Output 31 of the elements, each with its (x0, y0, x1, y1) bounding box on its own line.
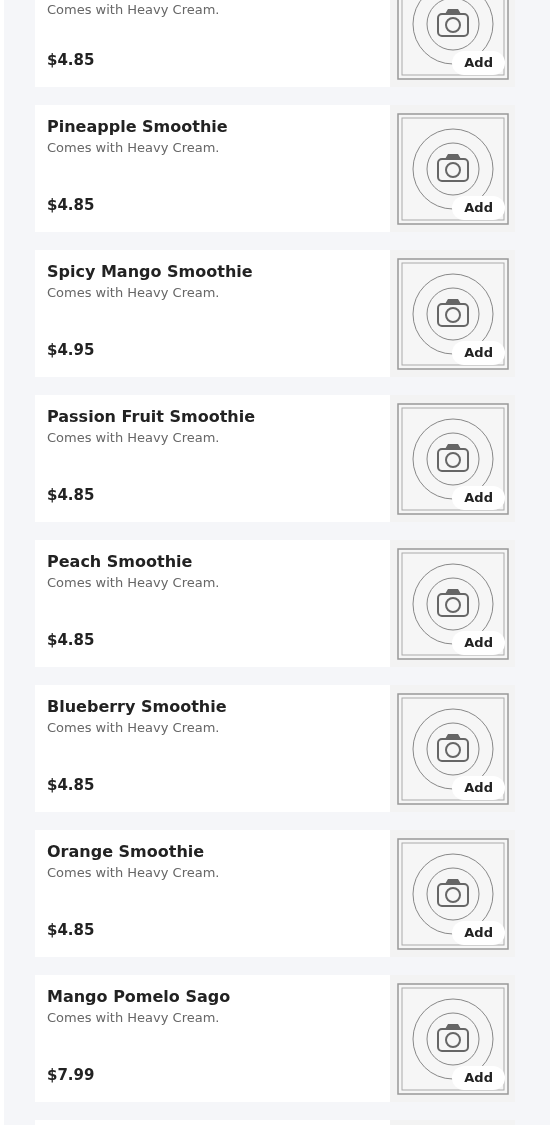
item-price: $4.85 (47, 194, 96, 216)
item-card[interactable]: Pineapple Smoothie Comes with Heavy Cream. $4.85 (35, 105, 390, 232)
item-card[interactable]: Mango Pomelo Sago Comes with Heavy Cream. $7.99 (35, 975, 390, 1102)
item-description: Comes with Heavy Cream. (47, 285, 221, 303)
item-card[interactable]: Blueberry Smoothie Comes with Heavy Cream. $4.85 (35, 685, 390, 812)
item-name: Blueberry Smoothie (47, 697, 228, 717)
item-card[interactable]: Orange Smoothie Comes with Heavy Cream. $4.85 (35, 830, 390, 957)
item-name: Orange Smoothie (47, 842, 206, 862)
item-card[interactable]: Peach Smoothie Comes with Heavy Cream. $4.85 (35, 540, 390, 667)
item-description: Comes with Heavy Cream. (47, 1, 221, 19)
item-name: Passion Fruit Smoothie (47, 407, 257, 427)
item-description: Comes with Heavy Cream. (47, 720, 221, 738)
item-price: $4.85 (47, 484, 96, 506)
item-description: Comes with Heavy Cream. (47, 430, 221, 448)
item-name: Mango Pomelo Sago (47, 987, 232, 1007)
item-description: Comes with Heavy Cream. (47, 1010, 221, 1028)
item-name: Peach Smoothie (47, 552, 194, 572)
item-price: $4.85 (47, 49, 96, 71)
item-price: $4.85 (47, 919, 96, 941)
item-name: Pineapple Smoothie (47, 117, 229, 137)
item-price: $7.99 (47, 1064, 96, 1086)
item-price: $4.95 (47, 339, 96, 361)
item-description: Comes with Heavy Cream. (47, 575, 221, 593)
item-card[interactable]: Spicy Mango Smoothie Comes with Heavy Cream. $4.95 (35, 250, 390, 377)
item-description: Comes with Heavy Cream. (47, 140, 221, 158)
item-name: Spicy Mango Smoothie (47, 262, 254, 282)
item-description: Comes with Heavy Cream. (47, 865, 221, 883)
item-card[interactable]: Passion Fruit Smoothie Comes with Heavy Cream. $4.85 (35, 395, 390, 522)
item-card[interactable]: Comes with Heavy Cream. $4.85 (35, 0, 390, 87)
item-price: $4.85 (47, 774, 96, 796)
item-price: $4.85 (47, 629, 96, 651)
